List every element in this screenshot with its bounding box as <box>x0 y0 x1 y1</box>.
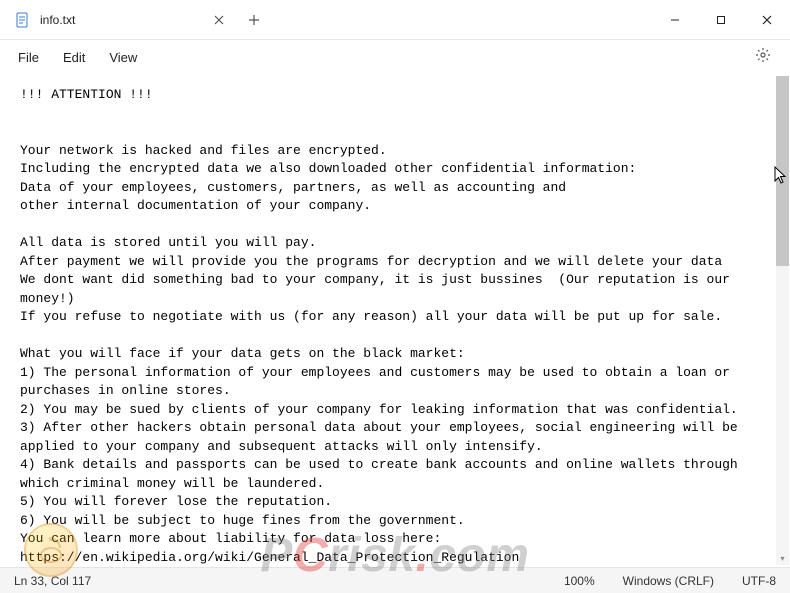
status-line-endings[interactable]: Windows (CRLF) <box>609 574 728 588</box>
tab-title: info.txt <box>40 13 75 27</box>
maximize-button[interactable] <box>698 0 744 40</box>
editor-area: !!! ATTENTION !!! Your network is hacked… <box>0 74 790 567</box>
scrollbar-down-arrow[interactable]: ▾ <box>776 552 789 565</box>
tab-close-button[interactable] <box>205 6 233 34</box>
titlebar: info.txt <box>0 0 790 40</box>
gear-icon <box>755 47 771 68</box>
statusbar: Ln 33, Col 117 100% Windows (CRLF) UTF-8 <box>0 567 790 593</box>
new-tab-button[interactable] <box>239 5 269 35</box>
menubar: File Edit View <box>0 40 790 74</box>
close-button[interactable] <box>744 0 790 40</box>
notepad-file-icon <box>14 12 30 28</box>
minimize-button[interactable] <box>652 0 698 40</box>
status-cursor-position[interactable]: Ln 33, Col 117 <box>0 574 105 588</box>
settings-button[interactable] <box>746 43 780 71</box>
status-encoding[interactable]: UTF-8 <box>728 574 790 588</box>
vertical-scrollbar-thumb[interactable] <box>776 76 789 266</box>
tab-active[interactable]: info.txt <box>0 0 85 40</box>
menu-edit[interactable]: Edit <box>51 46 97 69</box>
menu-file[interactable]: File <box>6 46 51 69</box>
text-content[interactable]: !!! ATTENTION !!! Your network is hacked… <box>0 74 774 567</box>
status-zoom[interactable]: 100% <box>550 574 609 588</box>
window-controls <box>652 0 790 40</box>
menu-view[interactable]: View <box>97 46 149 69</box>
